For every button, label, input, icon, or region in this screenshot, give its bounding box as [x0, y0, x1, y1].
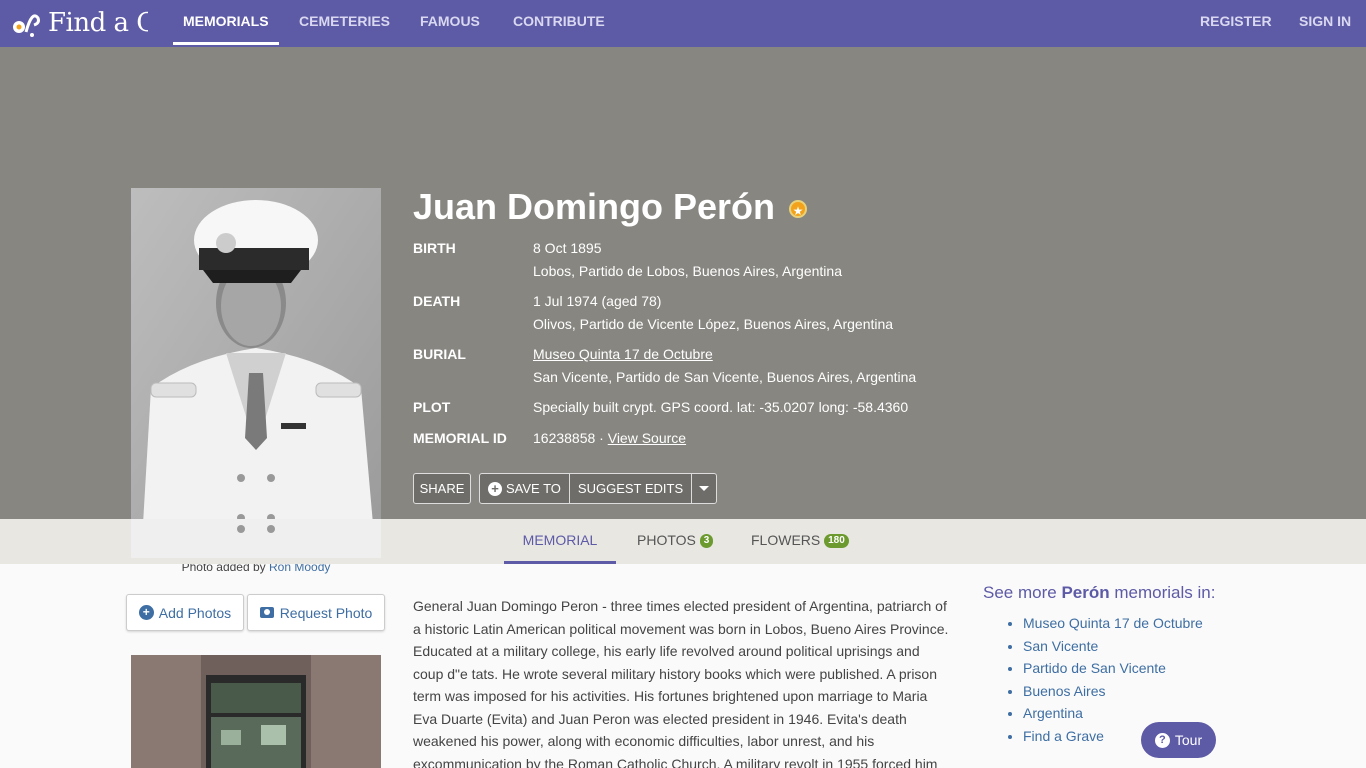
memorial-name: Juan Domingo Perón: [413, 186, 776, 227]
see-more-link-city[interactable]: San Vicente: [1023, 635, 1203, 658]
plot-label: PLOT: [413, 399, 451, 415]
chevron-down-icon: [699, 486, 710, 491]
request-photo-label: Request Photo: [279, 604, 373, 621]
burial-place: San Vicente, Partido de San Vicente, Bue…: [533, 369, 917, 385]
tab-photos-label: PHOTOS: [637, 532, 696, 548]
plus-circle-icon: +: [488, 481, 502, 496]
memorial-title: Juan Domingo Perón ★: [413, 186, 808, 228]
suggest-edits-button[interactable]: SUGGEST EDITS: [570, 474, 693, 503]
top-nav: Find a Grave MEMORIALS CEMETERIES FAMOUS…: [0, 0, 1366, 47]
tab-flowers-label: FLOWERS: [751, 532, 821, 548]
see-more-heading: See more Perón memorials in:: [983, 583, 1215, 603]
nav-cemeteries[interactable]: CEMETERIES: [299, 0, 390, 47]
see-more-link-cemetery[interactable]: Museo Quinta 17 de Octubre: [1023, 612, 1203, 635]
photos-count-badge: 3: [699, 534, 714, 549]
nav-famous[interactable]: FAMOUS: [420, 0, 480, 47]
memorial-actions-group: + SAVE TO SUGGEST EDITS: [479, 473, 718, 504]
death-label: DEATH: [413, 293, 461, 309]
add-photos-button[interactable]: + Add Photos: [126, 594, 244, 631]
request-photo-button[interactable]: Request Photo: [247, 594, 385, 631]
see-more-prefix: See more: [983, 583, 1057, 602]
tour-button[interactable]: ? Tour: [1141, 722, 1216, 758]
star-icon[interactable]: ★: [789, 200, 808, 219]
sign-in-link[interactable]: SIGN IN: [1299, 0, 1351, 47]
view-source-link[interactable]: View Source: [608, 430, 686, 446]
memorial-bio: General Juan Domingo Peron - three times…: [413, 598, 949, 768]
burial-cemetery-link[interactable]: Museo Quinta 17 de Octubre: [533, 346, 713, 362]
see-more-suffix: memorials in:: [1114, 583, 1216, 602]
logo-text: Find a Grave: [48, 8, 148, 38]
question-icon: ?: [1154, 732, 1170, 748]
see-more-surname: Perón: [1061, 583, 1110, 602]
nav-memorials[interactable]: MEMORIALS: [173, 0, 279, 47]
birth-date: 8 Oct 1895: [533, 240, 602, 256]
birth-place: Lobos, Partido de Lobos, Buenos Aires, A…: [533, 263, 842, 279]
crypt-photo[interactable]: [131, 655, 381, 768]
share-button[interactable]: SHARE: [413, 473, 471, 504]
memorial-id-value: 16238858 ·: [533, 430, 604, 446]
site-logo[interactable]: Find a Grave: [10, 4, 148, 42]
nav-contribute[interactable]: CONTRIBUTE: [513, 0, 605, 47]
register-link[interactable]: REGISTER: [1200, 0, 1272, 47]
death-place: Olivos, Partido de Vicente López, Buenos…: [533, 316, 894, 332]
memorial-photo-bottom: [131, 519, 381, 558]
birth-label: BIRTH: [413, 240, 456, 256]
plus-circle-icon: +: [138, 605, 154, 620]
see-more-link-state[interactable]: Buenos Aires: [1023, 680, 1203, 703]
flowers-count-badge: 180: [824, 534, 849, 549]
see-more-link-county[interactable]: Partido de San Vicente: [1023, 657, 1203, 680]
death-date: 1 Jul 1974 (aged 78): [533, 293, 662, 309]
save-to-label: SAVE TO: [506, 481, 561, 496]
tab-flowers[interactable]: FLOWERS 180: [751, 519, 849, 564]
memorial-photo[interactable]: [131, 188, 381, 558]
tab-memorial[interactable]: MEMORIAL: [504, 519, 616, 564]
burial-label: BURIAL: [413, 346, 466, 362]
more-actions-dropdown[interactable]: [692, 474, 716, 503]
tab-photos[interactable]: PHOTOS 3: [637, 519, 714, 564]
camera-icon: [259, 607, 274, 618]
tour-label: Tour: [1174, 732, 1203, 748]
memorial-id-label: MEMORIAL ID: [413, 430, 507, 446]
plot-value: Specially built crypt. GPS coord. lat: -…: [533, 399, 909, 415]
add-photos-label: Add Photos: [158, 604, 232, 621]
save-to-button[interactable]: + SAVE TO: [480, 474, 570, 503]
logo-flower-icon: [10, 6, 44, 40]
